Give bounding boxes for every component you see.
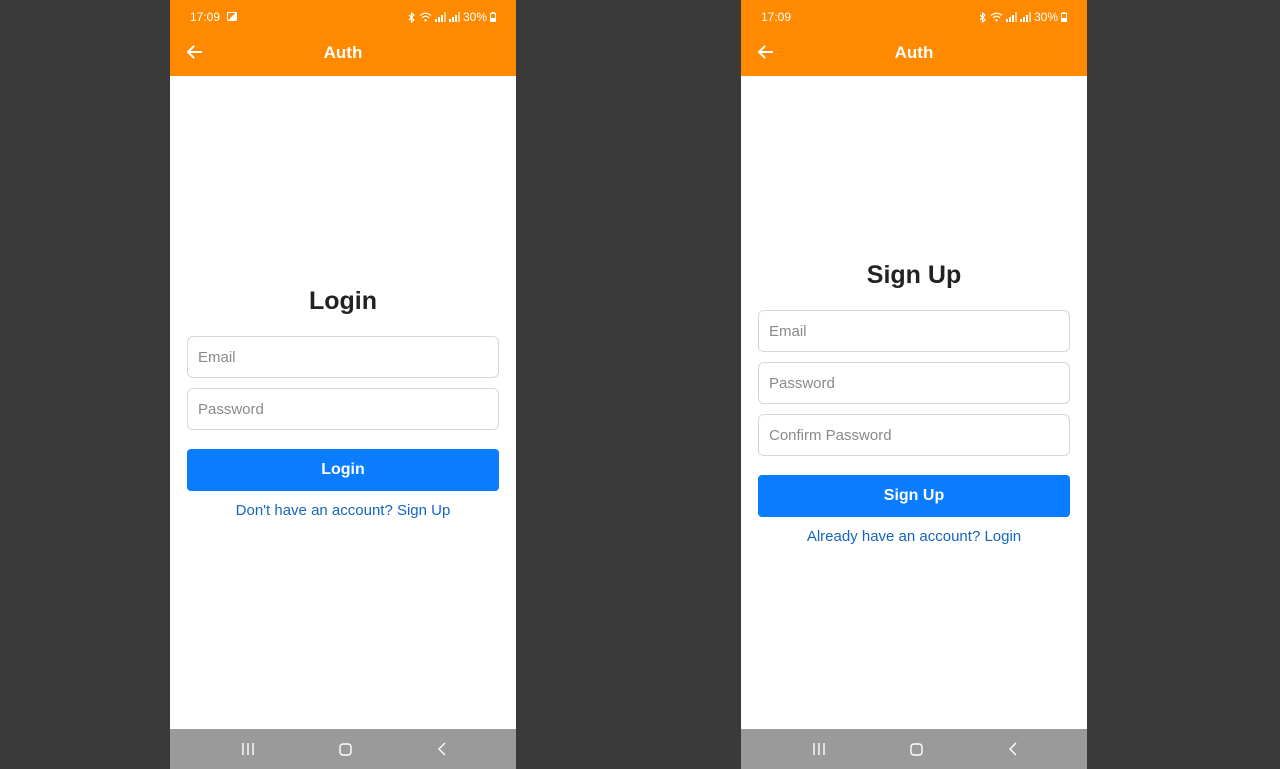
status-icons: 30% bbox=[408, 10, 496, 24]
login-button[interactable]: Login bbox=[187, 449, 499, 491]
signal-icon bbox=[434, 12, 446, 22]
nav-back-button[interactable] bbox=[1001, 739, 1025, 759]
signup-link[interactable]: Don't have an account? Sign Up bbox=[170, 502, 516, 519]
image-notification-icon bbox=[227, 12, 237, 21]
password-input[interactable] bbox=[187, 388, 499, 430]
signup-title: Sign Up bbox=[866, 261, 962, 289]
status-time: 17:09 bbox=[190, 10, 221, 24]
nav-back-button[interactable] bbox=[430, 739, 454, 759]
battery-text: 30% bbox=[462, 10, 487, 24]
status-bar: 17:09 30% bbox=[741, 0, 1087, 34]
app-bar: 17:09 30% Auth bbox=[170, 0, 516, 76]
home-icon bbox=[338, 742, 352, 756]
navigation-bar bbox=[170, 729, 516, 769]
status-time: 17:09 bbox=[761, 10, 792, 24]
recent-apps-icon bbox=[813, 743, 825, 755]
signal-2-icon bbox=[1019, 12, 1031, 22]
app-bar: 17:09 30% Auth bbox=[741, 0, 1087, 76]
login-link[interactable]: Already have an account? Login bbox=[741, 528, 1087, 545]
battery-text: 30% bbox=[1033, 10, 1058, 24]
password-input[interactable] bbox=[758, 362, 1070, 404]
recent-apps-button[interactable] bbox=[807, 739, 831, 759]
email-input[interactable] bbox=[187, 336, 499, 378]
status-icons: 30% bbox=[979, 10, 1067, 24]
battery-icon bbox=[1061, 12, 1067, 22]
confirm-password-input[interactable] bbox=[758, 414, 1070, 456]
signup-button[interactable]: Sign Up bbox=[758, 475, 1070, 517]
home-button[interactable] bbox=[904, 739, 928, 759]
recent-apps-icon bbox=[242, 743, 254, 755]
appbar-title: Auth bbox=[323, 43, 363, 62]
login-title: Login bbox=[308, 287, 378, 315]
bluetooth-icon bbox=[979, 11, 986, 23]
home-icon bbox=[909, 742, 923, 756]
appbar-title: Auth bbox=[894, 43, 934, 62]
bluetooth-icon bbox=[408, 11, 415, 23]
signup-phone-screen: 17:09 30% Auth Sign Up Sign Up Already h… bbox=[741, 0, 1087, 769]
signal-icon bbox=[1005, 12, 1017, 22]
wifi-icon bbox=[419, 12, 432, 22]
recent-apps-button[interactable] bbox=[236, 739, 260, 759]
navigation-bar bbox=[741, 729, 1087, 769]
signal-2-icon bbox=[448, 12, 460, 22]
back-icon bbox=[438, 742, 446, 756]
wifi-icon bbox=[990, 12, 1003, 22]
email-input[interactable] bbox=[758, 310, 1070, 352]
battery-icon bbox=[490, 12, 496, 22]
status-bar: 17:09 30% bbox=[170, 0, 516, 34]
login-phone-screen: 17:09 30% Auth Login Login Don't have an… bbox=[170, 0, 516, 769]
home-button[interactable] bbox=[333, 739, 357, 759]
back-icon bbox=[1009, 742, 1017, 756]
